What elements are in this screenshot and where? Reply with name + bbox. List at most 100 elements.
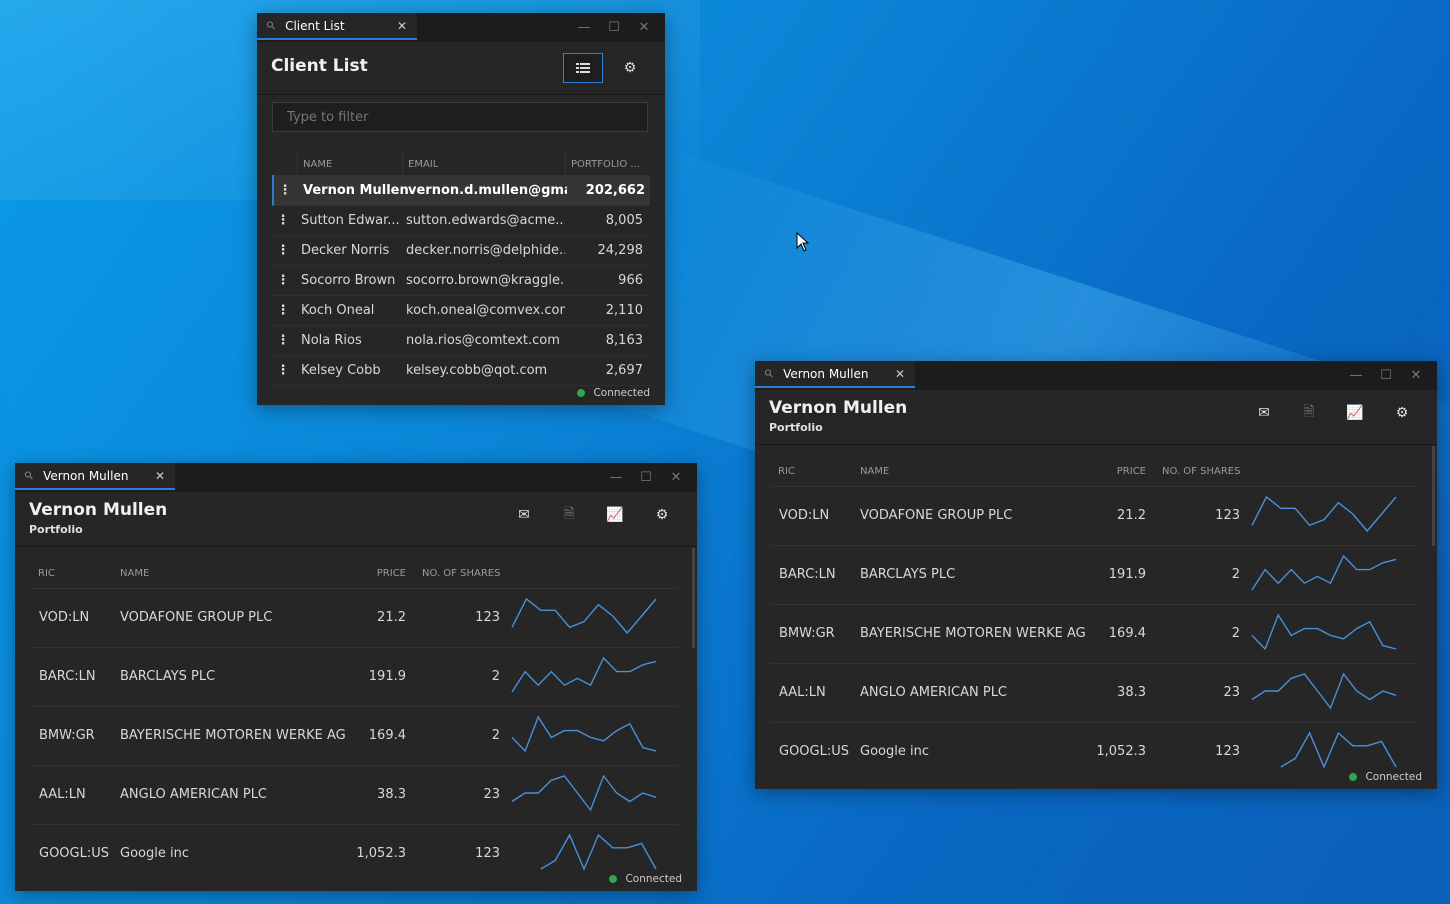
col-shares[interactable]: NO. OF SHARES <box>1162 456 1240 486</box>
row-menu-icon[interactable]: ⋮ <box>274 175 296 205</box>
sparkline-chart <box>1280 731 1397 769</box>
close-icon[interactable]: ✕ <box>397 19 407 33</box>
col-name[interactable]: NAME <box>860 456 889 486</box>
tab-portfolio[interactable]: ⚲ Vernon Mullen ✕ <box>755 361 915 388</box>
portfolio-value-cell: 202,662 <box>585 182 645 198</box>
export-button[interactable]: 🗎 <box>1294 399 1324 427</box>
ric-cell: VOD:LN <box>39 610 90 625</box>
scrollbar[interactable] <box>692 548 695 648</box>
sparkline-chart <box>511 656 657 693</box>
row-menu-icon[interactable]: ⋮ <box>272 235 294 265</box>
tab-client-list[interactable]: ⚲ Client List ✕ <box>257 13 417 40</box>
settings-button[interactable]: ⚙ <box>1387 399 1417 427</box>
page-title: Client List <box>271 56 368 76</box>
mail-icon: ✉ <box>518 507 530 523</box>
row-menu-icon[interactable]: ⋮ <box>272 265 294 295</box>
client-name-cell: Decker Norris <box>301 242 390 258</box>
security-name-cell: Google inc <box>860 744 929 759</box>
price-cell: 191.9 <box>368 669 406 684</box>
shares-cell: 2 <box>491 728 500 743</box>
portfolio-header: Vernon Mullen Portfolio ✉ 🗎 📈 ⚙ <box>15 492 697 547</box>
col-ric[interactable]: RIC <box>38 558 55 588</box>
row-menu-icon[interactable]: ⋮ <box>272 205 294 235</box>
close-icon[interactable]: ✕ <box>661 470 691 485</box>
row-menu-icon[interactable]: ⋮ <box>272 295 294 325</box>
link-icon: ⚲ <box>761 366 777 381</box>
col-price[interactable]: PRICE <box>330 558 406 588</box>
ric-cell: BARC:LN <box>39 669 96 684</box>
maximize-icon[interactable]: ☐ <box>1371 368 1401 383</box>
cursor-icon <box>796 232 810 252</box>
portfolio-table-header: RIC NAME PRICE NO. OF SHARES <box>770 456 1418 487</box>
portfolio-window-left: ⚲ Vernon Mullen ✕ — ☐ ✕ Vernon Mullen Po… <box>15 463 697 891</box>
link-icon: ⚲ <box>263 18 279 33</box>
table-row[interactable]: ⋮ Sutton Edwar... sutton.edwards@acme.... 8… <box>272 205 650 236</box>
filter-input[interactable] <box>272 102 648 132</box>
close-icon[interactable]: ✕ <box>155 469 165 483</box>
security-name-cell: VODAFONE GROUP PLC <box>120 610 273 625</box>
chart-button[interactable]: 📈 <box>600 501 630 529</box>
shares-cell: 123 <box>1215 508 1240 523</box>
client-name-cell: Koch Oneal <box>301 302 375 318</box>
portfolio-value-cell: 2,697 <box>605 362 643 378</box>
email-button[interactable]: ✉ <box>509 501 539 529</box>
table-row[interactable]: ⋮ Nola Rios nola.rios@comtext.com 8,163 <box>272 325 650 356</box>
col-email[interactable]: EMAIL <box>402 153 565 175</box>
client-name-cell: Sutton Edwar... <box>301 212 400 228</box>
settings-button[interactable]: ⚙ <box>615 54 645 82</box>
price-cell: 21.2 <box>377 610 406 625</box>
col-shares[interactable]: NO. OF SHARES <box>422 558 500 588</box>
security-name-cell: VODAFONE GROUP PLC <box>860 508 1013 523</box>
list-icon <box>576 63 590 73</box>
portfolio-subtitle: Portfolio <box>769 421 823 434</box>
maximize-icon[interactable]: ☐ <box>599 20 629 35</box>
minimize-icon[interactable]: — <box>1341 368 1371 383</box>
close-icon[interactable]: ✕ <box>629 20 659 35</box>
tab-label: Client List <box>285 18 345 33</box>
client-list-window: ⚲ Client List ✕ — ☐ ✕ Client List ⚙ NAME… <box>257 13 665 405</box>
minimize-icon[interactable]: — <box>601 470 631 485</box>
chart-button[interactable]: 📈 <box>1340 399 1370 427</box>
col-name[interactable]: NAME <box>120 558 149 588</box>
sparkline-path <box>511 597 657 635</box>
sparkline-path <box>511 656 657 693</box>
table-row[interactable]: ⋮ Decker Norris decker.norris@delphide... 2… <box>272 235 650 266</box>
sparkline-chart <box>1251 554 1397 591</box>
sparkline-path <box>1251 613 1397 651</box>
shares-cell: 123 <box>475 610 500 625</box>
col-ric[interactable]: RIC <box>778 456 795 486</box>
settings-button[interactable]: ⚙ <box>647 501 677 529</box>
table-row[interactable]: ⋮ Socorro Brown socorro.brown@kraggle... 96… <box>272 265 650 296</box>
col-name[interactable]: NAME <box>297 153 402 175</box>
portfolio-value-cell: 24,298 <box>597 242 644 258</box>
scrollbar[interactable] <box>1432 446 1435 546</box>
portfolio-subtitle: Portfolio <box>29 523 83 536</box>
list-view-button[interactable] <box>563 53 603 83</box>
shares-cell: 2 <box>1231 626 1240 641</box>
row-menu-icon[interactable]: ⋮ <box>272 355 294 385</box>
minimize-icon[interactable]: — <box>569 20 599 35</box>
row-menu-icon[interactable]: ⋮ <box>272 325 294 355</box>
price-cell: 38.3 <box>377 787 406 802</box>
status-dot <box>577 389 586 397</box>
portfolio-window-right: ⚲ Vernon Mullen ✕ — ☐ ✕ Vernon Mullen Po… <box>755 361 1437 789</box>
gear-icon: ⚙ <box>655 507 669 523</box>
ric-cell: BARC:LN <box>779 567 836 582</box>
sparkline-path <box>511 774 657 812</box>
table-row[interactable]: ⋮ Vernon Mullenvernon.d.mullen@gmail... 20… <box>272 175 650 206</box>
col-portfolio[interactable]: PORTFOLIO ... <box>565 153 650 175</box>
client-email-cell: nola.rios@comtext.com <box>406 332 560 348</box>
tab-portfolio[interactable]: ⚲ Vernon Mullen ✕ <box>15 463 175 490</box>
close-icon[interactable]: ✕ <box>895 367 905 381</box>
maximize-icon[interactable]: ☐ <box>631 470 661 485</box>
table-row[interactable]: ⋮ Kelsey Cobb kelsey.cobb@qot.com 2,697 <box>272 355 650 386</box>
email-button[interactable]: ✉ <box>1249 399 1279 427</box>
sparkline-chart <box>540 833 657 871</box>
security-name-cell: BARCLAYS PLC <box>120 669 216 684</box>
close-icon[interactable]: ✕ <box>1401 368 1431 383</box>
export-button[interactable]: 🗎 <box>554 501 584 529</box>
col-price[interactable]: PRICE <box>1070 456 1146 486</box>
table-row[interactable]: ⋮ Koch Oneal koch.oneal@comvex.com 2,110 <box>272 295 650 326</box>
titlebar: ⚲ Vernon Mullen ✕ — ☐ ✕ <box>15 463 697 492</box>
gear-icon: ⚙ <box>623 60 637 76</box>
